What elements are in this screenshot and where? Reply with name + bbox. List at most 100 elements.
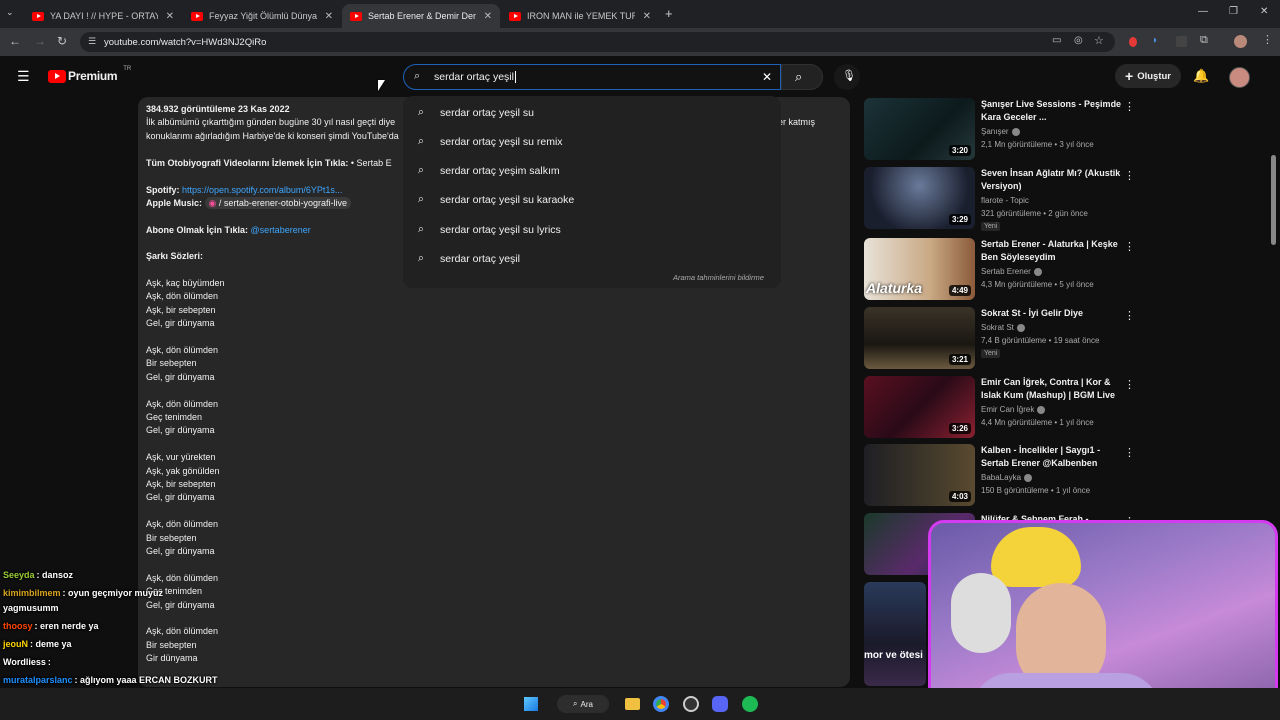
account-avatar[interactable] <box>1229 67 1250 88</box>
close-tab-icon[interactable]: ✕ <box>643 11 651 22</box>
lyric-line: Aşk, dön ölümden <box>146 626 219 637</box>
channel-name[interactable]: Sokrat St <box>981 323 1025 332</box>
video-title[interactable]: Şanışer Live Sessions - Peşimde Kara Gec… <box>981 98 1123 124</box>
channel-name[interactable]: flarote - Topic <box>981 196 1029 205</box>
extension-dark-icon[interactable] <box>1176 36 1187 47</box>
browser-tab[interactable]: YA DAYI ! // HYPE - ORTAYA KA ✕ <box>24 4 182 28</box>
search-icon: ⌕ <box>795 69 803 84</box>
search-icon: ⌕ <box>418 193 424 205</box>
video-title[interactable]: Emir Can İğrek, Contra | Kor & Islak Kum… <box>981 376 1123 402</box>
reload-icon[interactable]: ↻ <box>57 34 67 48</box>
clear-search-icon[interactable]: ✕ <box>762 70 772 84</box>
more-options-icon[interactable]: ⋮ <box>1124 378 1135 391</box>
more-options-icon[interactable]: ⋮ <box>1124 240 1135 253</box>
create-button[interactable]: + Oluştur <box>1115 64 1181 88</box>
video-thumbnail[interactable]: 3:21 <box>864 307 975 369</box>
premium-label: Premium <box>68 69 118 83</box>
close-tab-icon[interactable]: ✕ <box>325 11 333 22</box>
extensions-puzzle-icon[interactable]: ⧉ <box>1200 34 1208 47</box>
hamburger-menu-icon[interactable]: ☰ <box>17 68 30 85</box>
suggestion-item[interactable]: ⌕ serdar ortaç yeşil su karaoke <box>403 185 781 214</box>
description-line-right: er katmış <box>778 117 816 127</box>
eye-off-icon[interactable]: ◎ <box>1074 35 1083 46</box>
extension-blue-icon[interactable]: ◗ <box>1152 35 1158 46</box>
channel-name[interactable]: BabaLayka <box>981 473 1033 482</box>
video-title[interactable]: Sertab Erener - Alaturka | Keşke Ben Söy… <box>981 238 1123 264</box>
video-thumbnail[interactable]: 3:20 <box>864 98 975 160</box>
subscribe-line: Abone Olmak İçin Tıkla: @sertaberener <box>146 225 311 235</box>
page-scrollbar[interactable] <box>1271 155 1276 245</box>
suggestion-item[interactable]: ⌕ serdar ortaç yeşil su lyrics <box>403 215 781 244</box>
more-options-icon[interactable]: ⋮ <box>1124 309 1135 322</box>
spotify-link[interactable]: https://open.spotify.com/album/6YPt1s... <box>182 185 342 195</box>
forward-icon[interactable]: → <box>34 34 46 48</box>
profile-avatar-icon[interactable] <box>1234 35 1247 48</box>
browser-tab[interactable]: Feyyaz Yiğit Ölümlü Dünya Sah ✕ <box>183 4 341 28</box>
suggestion-item[interactable]: ⌕ serdar ortaç yeşil <box>403 244 781 273</box>
obs-icon[interactable] <box>683 696 699 712</box>
video-thumbnail[interactable]: mor ve ötesi <box>864 582 926 686</box>
video-title[interactable]: Kalben - İncelikler | Saygı1 - Sertab Er… <box>981 444 1123 470</box>
recommended-video[interactable]: 4:03 Kalben - İncelikler | Saygı1 - Sert… <box>864 444 1144 508</box>
search-input[interactable]: ⌕ serdar ortaç yeşil ✕ <box>403 64 781 90</box>
tab-search-icon[interactable]: ⌄ <box>6 7 14 18</box>
video-thumbnail[interactable]: 3:29 <box>864 167 975 229</box>
close-window-icon[interactable]: ✕ <box>1260 6 1268 17</box>
youtube-premium-logo[interactable]: Premium TR <box>48 66 131 83</box>
search-button[interactable]: ⌕ <box>781 64 823 90</box>
apple-music-line: Apple Music: ◉ / sertab-erener-otobi-yog… <box>146 197 351 210</box>
notifications-bell-icon[interactable]: 🔔 <box>1193 68 1209 84</box>
suggestion-item[interactable]: ⌕ serdar ortaç yeşim salkım <box>403 156 781 185</box>
spotify-icon[interactable] <box>742 696 758 712</box>
back-icon[interactable]: ← <box>9 34 21 48</box>
bookmark-star-icon[interactable]: ☆ <box>1094 34 1104 47</box>
recommended-video[interactable]: Alaturka 4:49 Sertab Erener - Alaturka |… <box>864 238 1144 302</box>
video-thumbnail[interactable]: 4:03 <box>864 444 975 506</box>
apple-music-chip[interactable]: ◉ / sertab-erener-otobi-yografi-live <box>204 197 351 209</box>
extension-red-icon[interactable] <box>1129 37 1137 47</box>
more-options-icon[interactable]: ⋮ <box>1124 169 1135 182</box>
channel-name[interactable]: Şanışer <box>981 127 1020 136</box>
lyric-line: Gel, gir dünyama <box>146 546 215 556</box>
duration-badge: 4:03 <box>948 491 971 502</box>
search-icon: ⌕ <box>414 70 421 82</box>
video-thumbnail[interactable]: Alaturka 4:49 <box>864 238 975 300</box>
new-tab-icon[interactable]: + <box>665 6 673 21</box>
cast-icon[interactable]: ▭ <box>1052 35 1061 46</box>
close-tab-icon[interactable]: ✕ <box>166 11 174 22</box>
create-label: Oluştur <box>1137 70 1171 82</box>
suggestion-item[interactable]: ⌕ serdar ortaç yeşil su <box>403 98 781 127</box>
address-bar[interactable]: ☰ youtube.com/watch?v=HWd3NJ2QiRo ▭ ◎ ☆ <box>80 32 1115 52</box>
browser-menu-icon[interactable]: ⋮ <box>1262 33 1273 46</box>
taskbar-search[interactable]: ⌕ Ara <box>557 695 609 713</box>
otobiyografi-line: Tüm Otobiyografi Videolarını İzlemek İçi… <box>146 158 392 168</box>
video-title[interactable]: Seven İnsan Ağlatır Mı? (Akustik Versiyo… <box>981 167 1123 193</box>
more-options-icon[interactable]: ⋮ <box>1124 446 1135 459</box>
video-title[interactable]: Sokrat St - İyi Gelir Diye <box>981 307 1123 320</box>
chat-message: jeouN: deme ya <box>3 639 72 649</box>
channel-handle-link[interactable]: @sertaberener <box>251 225 311 235</box>
voice-search-button[interactable]: 🎙 <box>834 64 860 90</box>
browser-tab-active[interactable]: Sertab Erener & Demir Demirk ✕ <box>342 4 500 28</box>
channel-name[interactable]: Sertab Erener <box>981 267 1042 276</box>
recommended-video[interactable]: 3:20 Şanışer Live Sessions - Peşimde Kar… <box>864 98 1144 162</box>
channel-name[interactable]: Emir Can İğrek <box>981 405 1046 414</box>
search-suggestions: ⌕ serdar ortaç yeşil su ⌕ serdar ortaç yeş… <box>403 96 781 288</box>
recommended-video[interactable]: 3:29 Seven İnsan Ağlatır Mı? (Akustik Ve… <box>864 167 1144 231</box>
browser-tab[interactable]: IRON MAN ile YEMEK TURU! - Y ✕ <box>501 4 659 28</box>
video-thumbnail[interactable]: 3:26 <box>864 376 975 438</box>
site-info-icon[interactable]: ☰ <box>88 36 96 47</box>
suggestion-item[interactable]: ⌕ serdar ortaç yeşil su remix <box>403 127 781 156</box>
restore-icon[interactable]: ❐ <box>1229 6 1238 17</box>
report-predictions-link[interactable]: Arama tahminlerini bildirme <box>673 273 764 282</box>
close-tab-icon[interactable]: ✕ <box>484 11 492 22</box>
chrome-icon[interactable] <box>653 696 669 712</box>
discord-icon[interactable] <box>712 696 728 712</box>
recommended-video[interactable]: 3:26 Emir Can İğrek, Contra | Kor & Isla… <box>864 376 1144 440</box>
windows-start-icon[interactable] <box>524 697 538 711</box>
more-options-icon[interactable]: ⋮ <box>1124 100 1135 113</box>
recommended-video[interactable]: 3:21 Sokrat St - İyi Gelir Diye Sokrat S… <box>864 307 1144 371</box>
file-explorer-icon[interactable] <box>625 698 640 710</box>
minimize-icon[interactable]: — <box>1198 6 1208 17</box>
otobiyografi-link[interactable]: • Sertab E <box>351 158 392 168</box>
